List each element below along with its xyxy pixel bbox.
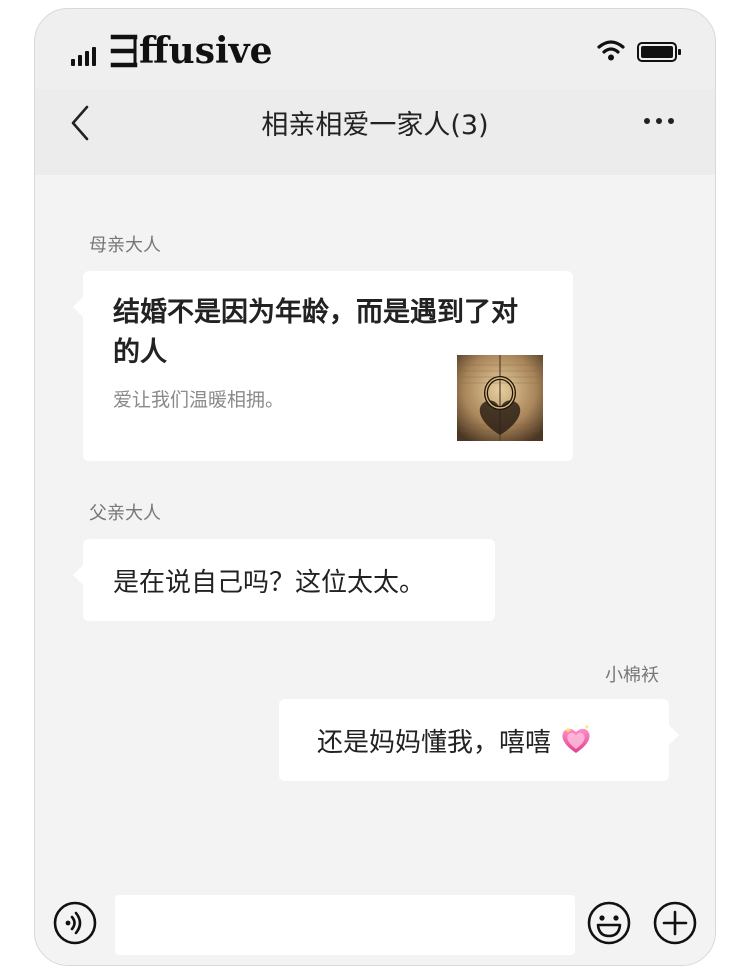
battery-icon [637, 42, 681, 62]
message-input[interactable] [115, 895, 575, 955]
sender-name: 父亲大人 [89, 503, 161, 524]
message-text-row: 还是妈妈懂我，嘻嘻 [317, 699, 593, 781]
own-text-message[interactable]: 还是妈妈懂我，嘻嘻 [279, 699, 679, 781]
signal-icon [71, 47, 96, 66]
link-card-description: 爱让我们温暖相拥。 [113, 389, 285, 411]
carrier-label: ffusive [139, 30, 273, 72]
sparkling-heart-icon [562, 724, 590, 753]
ring-heart-shadow-image [457, 355, 543, 441]
more-dots-icon[interactable] [639, 101, 679, 141]
chat-message-list[interactable]: 母亲大人 结婚不是因为年龄，而是遇到了对的人 爱让我们温暖相拥。 父亲大人 是在… [35, 175, 715, 887]
navigation-bar: 相亲相爱一家人(3) [35, 89, 715, 175]
status-bar: ffusive [35, 9, 715, 89]
sender-name: 小棉袄 [605, 665, 659, 686]
phone-frame: ffusive 相亲相爱一家人(3) 母亲大人 结婚不是因为年龄，而是遇到了对的 [34, 8, 716, 966]
wifi-icon [597, 40, 625, 61]
carrier-logo-icon [110, 34, 138, 68]
plus-icon[interactable] [651, 899, 699, 947]
link-card-message[interactable]: 结婚不是因为年龄，而是遇到了对的人 爱让我们温暖相拥。 [73, 271, 573, 461]
chat-title: 相亲相爱一家人(3) [261, 110, 489, 141]
smiley-icon[interactable] [585, 899, 633, 947]
voice-icon[interactable] [51, 899, 99, 947]
sender-name: 母亲大人 [89, 235, 161, 256]
message-input-bar [35, 887, 715, 965]
carrier-name: ffusive [109, 31, 273, 71]
message-text: 还是妈妈懂我，嘻嘻 [317, 727, 552, 758]
message-text: 是在说自己吗？这位太太。 [113, 567, 426, 598]
text-message[interactable]: 是在说自己吗？这位太太。 [73, 539, 495, 621]
